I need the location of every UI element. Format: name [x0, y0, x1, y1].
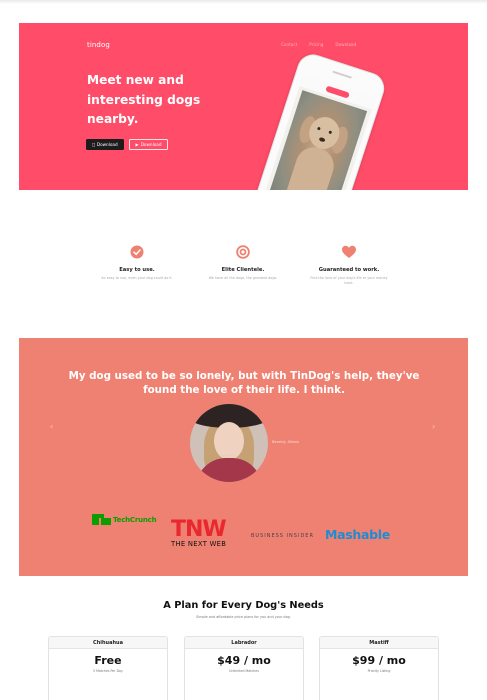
- hero-headline: Meet new and interesting dogs nearby.: [87, 73, 201, 126]
- carousel-next-icon[interactable]: ›: [432, 422, 435, 431]
- iphone-mockup: [249, 50, 389, 190]
- feature-elite-clientele: Elite Clientele. We have all the dogs, t…: [203, 244, 283, 281]
- hero-section: tindog Contact Pricing Download Meet new…: [19, 23, 468, 190]
- phone-speaker: [332, 70, 352, 79]
- feature-title: Easy to use.: [119, 267, 155, 273]
- nav-link-pricing[interactable]: Pricing: [309, 42, 323, 47]
- app-store-button-label: Download: [95, 142, 118, 147]
- business-insider-wordmark: BUSINESS INSIDER: [251, 533, 314, 539]
- app-header-pill: [325, 85, 350, 99]
- testimonial-section: My dog used to be so lonely, but with Ti…: [19, 338, 468, 576]
- business-insider-logo: BUSINESS INSIDER: [251, 533, 314, 539]
- dog-photo: [268, 90, 368, 190]
- feature-description: So easy to use, even your dog could do i…: [101, 276, 173, 280]
- phone-screen: [263, 74, 376, 190]
- mashable-wordmark: Mashable: [325, 527, 390, 542]
- google-play-button-label: Download: [140, 142, 162, 147]
- mashable-logo: Mashable: [325, 527, 390, 542]
- heart-icon: [342, 245, 356, 258]
- feature-description: We have all the dogs, the greatest dogs.: [208, 276, 278, 280]
- testimonial-author: Beverly, Illinois: [272, 440, 300, 444]
- brand-logo[interactable]: tindog: [87, 41, 110, 49]
- plan-price: Free: [94, 654, 122, 667]
- feature-guaranteed: Guaranteed to work. Find the love of you…: [309, 244, 389, 286]
- nav-link-contact[interactable]: Contact: [281, 42, 297, 47]
- check-circle-icon: [130, 245, 144, 259]
- pricing-card-chihuahua: Chihuahua Free 5 Matches Per Day: [48, 636, 168, 700]
- plan-feature: 5 Matches Per Day: [93, 669, 123, 673]
- nav-link-download[interactable]: Download: [335, 42, 356, 47]
- plan-price: $49 / mo: [217, 654, 271, 667]
- feature-description: Find the love of your dog's life or your…: [310, 276, 388, 285]
- top-nav: Contact Pricing Download: [281, 42, 356, 47]
- pricing-card-labrador: Labrador $49 / mo Unlimited Matches: [184, 636, 304, 700]
- plan-name: Chihuahua: [49, 637, 167, 649]
- techcrunch-logo: TechCrunch: [92, 514, 157, 525]
- play-icon: ▶: [135, 142, 139, 147]
- browser-top-shadow: [0, 0, 487, 4]
- testimonial-quote: My dog used to be so lonely, but with Ti…: [68, 370, 420, 396]
- feature-easy-to-use: Easy to use. So easy to use, even your d…: [97, 244, 177, 281]
- pricing-title: A Plan for Every Dog's Needs: [163, 600, 324, 611]
- tnw-wordmark: TNW: [171, 517, 227, 542]
- app-store-download-button[interactable]:  Download: [86, 139, 124, 150]
- plan-name: Mastiff: [320, 637, 438, 649]
- carousel-prev-icon[interactable]: ‹: [50, 422, 53, 431]
- techcrunch-mark-icon: [92, 514, 111, 525]
- target-icon: [236, 245, 250, 259]
- plan-feature: Priority Listing: [367, 669, 391, 673]
- feature-title: Guaranteed to work.: [318, 267, 380, 273]
- pricing-subtitle: Simple and affordable price plans for yo…: [196, 615, 291, 619]
- plan-feature: Unlimited Matches: [229, 669, 259, 673]
- techcrunch-wordmark: TechCrunch: [113, 515, 157, 524]
- pricing-card-mastiff: Mastiff $99 / mo Priority Listing: [319, 636, 439, 700]
- apple-icon: : [92, 142, 95, 147]
- testimonial-avatar: [190, 404, 268, 482]
- tnw-tagline: THE NEXT WEB: [171, 540, 227, 548]
- dog-body-shape: [283, 142, 339, 190]
- tnw-logo: TNW THE NEXT WEB: [171, 517, 227, 549]
- plan-name: Labrador: [185, 637, 303, 649]
- download-buttons:  Download ▶ Download: [86, 139, 168, 150]
- google-play-download-button[interactable]: ▶ Download: [129, 139, 168, 150]
- feature-title: Elite Clientele.: [221, 267, 265, 273]
- plan-price: $99 / mo: [352, 654, 406, 667]
